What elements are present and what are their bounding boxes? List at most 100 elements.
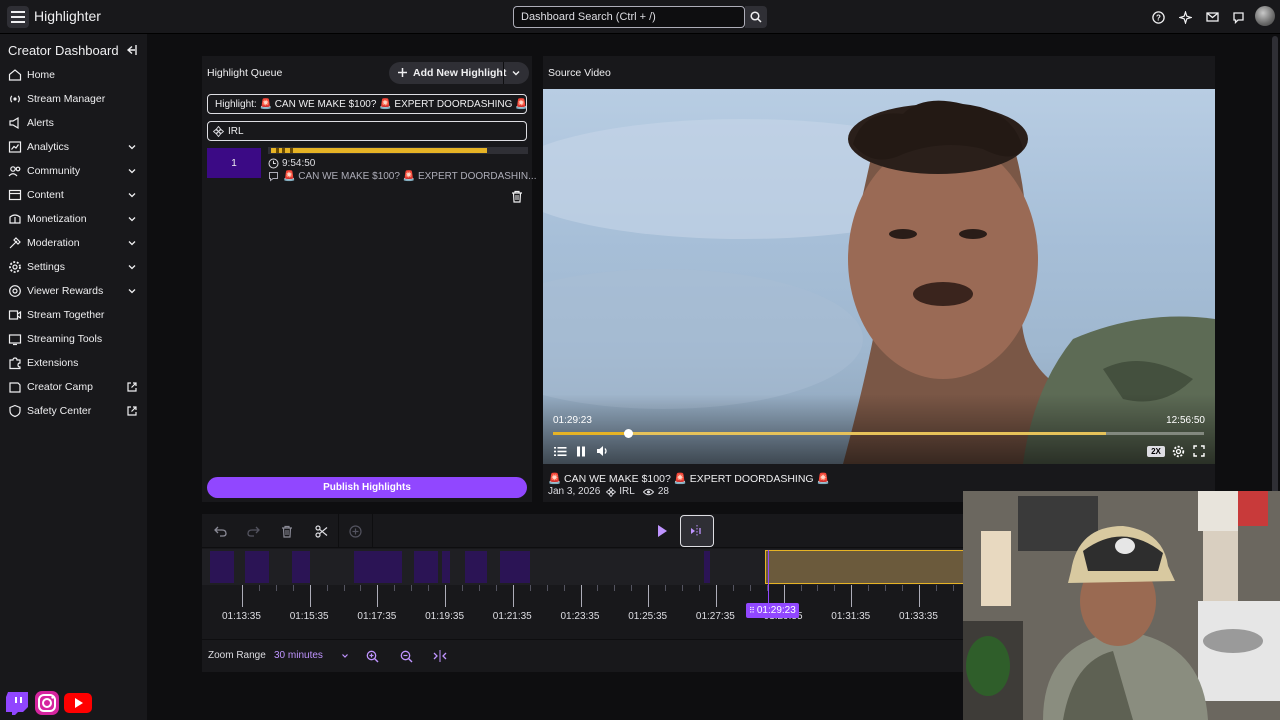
- ruler-minor-tick: [343, 585, 345, 591]
- search-icon[interactable]: [745, 6, 767, 28]
- highlight-title-field[interactable]: Highlight: 🚨 CAN WE MAKE $100? 🚨 EXPERT …: [207, 94, 527, 114]
- sidebar-item-alerts[interactable]: Alerts: [0, 112, 147, 134]
- source-video-panel: Source Video 01:29:23 12:56:50 2X 🚨 CAN …: [543, 56, 1215, 502]
- clip-marker: [276, 148, 279, 153]
- video-date: Jan 3, 2026: [548, 486, 601, 497]
- video-current-time: 01:29:23: [553, 415, 592, 426]
- external-link-icon: [127, 406, 137, 416]
- collapse-sidebar-icon[interactable]: [124, 43, 138, 57]
- video-player[interactable]: 01:29:23 12:56:50 2X: [543, 89, 1215, 464]
- viewer-rewards-icon: [8, 284, 22, 298]
- add-clip-icon[interactable]: [345, 521, 365, 541]
- sidebar-item-analytics[interactable]: Analytics: [0, 136, 147, 158]
- help-icon[interactable]: ?: [1150, 9, 1166, 25]
- sidebar-item-label: Extensions: [27, 357, 79, 369]
- sidebar-item-safety-center[interactable]: Safety Center: [0, 400, 147, 422]
- ruler-tick-label: 01:13:35: [222, 611, 261, 622]
- playback-speed-badge[interactable]: 2X: [1147, 446, 1165, 457]
- menu-icon[interactable]: [7, 6, 29, 28]
- volume-icon[interactable]: [595, 444, 609, 458]
- timeline-segment[interactable]: [245, 551, 269, 583]
- category-icon: [606, 486, 617, 497]
- timeline-segment[interactable]: [442, 551, 450, 583]
- fit-timeline-icon[interactable]: [432, 648, 448, 664]
- ruler-tick: [715, 585, 717, 607]
- jump-to-playhead-button[interactable]: [680, 515, 714, 547]
- toolbar-divider: [372, 514, 373, 548]
- avatar[interactable]: [1255, 6, 1275, 26]
- ruler-tick-label: 01:15:35: [289, 611, 329, 622]
- seek-buffered: [628, 432, 1106, 435]
- sidebar-item-home[interactable]: Home: [0, 64, 147, 86]
- sidebar-item-label: Home: [27, 69, 56, 81]
- add-new-highlight-button[interactable]: Add New Highlight: [389, 62, 529, 84]
- video-seek-bar[interactable]: [553, 429, 1204, 438]
- jump-to-playhead-icon: [691, 525, 701, 537]
- ruler-minor-tick: [326, 585, 328, 591]
- ruler-minor-tick: [462, 585, 464, 591]
- trash-icon[interactable]: [511, 190, 523, 203]
- pause-icon[interactable]: [574, 444, 588, 458]
- timeline-segment[interactable]: [465, 551, 487, 583]
- sidebar-item-stream-together[interactable]: Stream Together: [0, 304, 147, 326]
- selected-clip-range[interactable]: [765, 550, 965, 584]
- whispers-icon[interactable]: [1230, 9, 1246, 25]
- playhead-time-label[interactable]: ⠿ 01:29:23: [746, 603, 799, 618]
- sidebar-item-viewer-rewards[interactable]: Viewer Rewards: [0, 280, 147, 302]
- sidebar-item-moderation[interactable]: Moderation: [0, 232, 147, 254]
- youtube-logo-icon: [64, 693, 92, 713]
- ruler-minor-tick: [292, 585, 294, 591]
- extensions-icon: [8, 356, 22, 370]
- ruler-minor-tick: [952, 585, 954, 591]
- timeline-segment[interactable]: [210, 551, 234, 583]
- alerts-icon: [8, 116, 22, 130]
- views-eye-icon: [642, 488, 654, 495]
- chevron-down-icon: [128, 217, 136, 222]
- sidebar-item-label: Content: [27, 189, 64, 201]
- sparkle-icon[interactable]: [1177, 9, 1193, 25]
- ruler-minor-tick: [665, 585, 667, 591]
- scissors-icon[interactable]: [311, 521, 331, 541]
- zoom-range-select[interactable]: 30 minutes: [274, 650, 350, 661]
- timeline-playhead[interactable]: [768, 550, 769, 604]
- ruler-tick-label: 01:25:35: [628, 611, 668, 622]
- clip-duration-text: 9:54:50: [282, 158, 316, 169]
- inbox-icon[interactable]: [1204, 9, 1220, 25]
- sidebar-item-stream-manager[interactable]: Stream Manager: [0, 88, 147, 110]
- social-watermark: [4, 689, 92, 717]
- ruler-minor-tick: [495, 585, 497, 591]
- delete-clip-icon[interactable]: [277, 521, 297, 541]
- zoom-range-label: Zoom Range: [208, 650, 266, 661]
- timeline-segment[interactable]: [414, 551, 438, 583]
- fullscreen-icon[interactable]: [1192, 444, 1206, 458]
- play-icon[interactable]: [654, 523, 670, 539]
- sidebar-item-label: Stream Together: [27, 309, 105, 321]
- timeline-segment[interactable]: [292, 551, 310, 583]
- zoom-out-icon[interactable]: [398, 648, 414, 664]
- sidebar-item-extensions[interactable]: Extensions: [0, 352, 147, 374]
- sidebar-item-creator-camp[interactable]: Creator Camp: [0, 376, 147, 398]
- sidebar-item-settings[interactable]: Settings: [0, 256, 147, 278]
- sidebar-item-community[interactable]: Community: [0, 160, 147, 182]
- undo-icon[interactable]: [210, 521, 230, 541]
- publish-highlights-button[interactable]: Publish Highlights: [207, 477, 527, 498]
- timeline-segment[interactable]: [500, 551, 530, 583]
- category-field[interactable]: IRL: [207, 121, 527, 141]
- timeline-segment[interactable]: [704, 551, 710, 583]
- monetization-icon: [8, 212, 22, 226]
- chevron-down-icon[interactable]: [510, 67, 522, 79]
- video-category[interactable]: IRL: [619, 486, 635, 497]
- sidebar-item-content[interactable]: Content: [0, 184, 147, 206]
- clock-icon: [268, 158, 279, 169]
- timeline-segment[interactable]: [354, 551, 402, 583]
- zoom-in-icon[interactable]: [364, 648, 380, 664]
- settings-gear-icon[interactable]: [1171, 444, 1185, 458]
- chapters-icon[interactable]: [553, 444, 567, 458]
- ruler-minor-tick: [275, 585, 277, 591]
- sidebar-item-streaming-tools[interactable]: Streaming Tools: [0, 328, 147, 350]
- seek-handle[interactable]: [623, 429, 633, 438]
- search-input[interactable]: [513, 6, 745, 28]
- redo-icon[interactable]: [243, 521, 263, 541]
- sidebar-item-monetization[interactable]: Monetization: [0, 208, 147, 230]
- queue-title: Highlight Queue: [207, 67, 283, 79]
